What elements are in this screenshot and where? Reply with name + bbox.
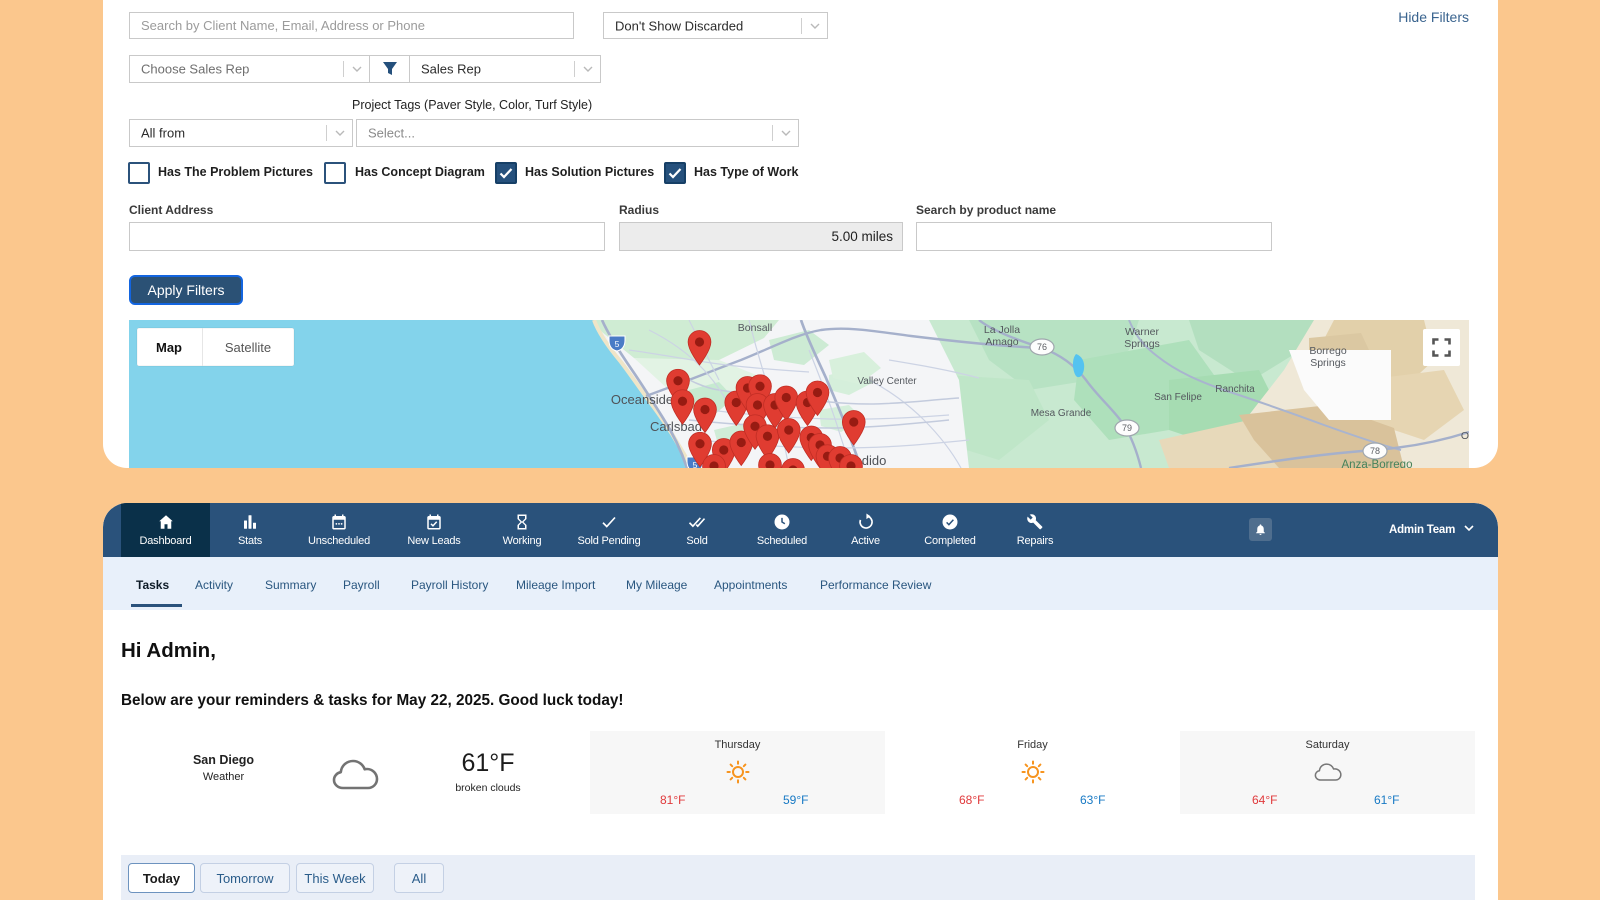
svg-text:5: 5 <box>615 339 620 349</box>
svg-text:Anza-Borrego: Anza-Borrego <box>1342 459 1413 468</box>
svg-text:Valley Center: Valley Center <box>857 376 917 387</box>
svg-text:La Jolla: La Jolla <box>984 324 1020 336</box>
svg-text:Mesa Grande: Mesa Grande <box>1031 408 1092 419</box>
svg-text:Ranchita: Ranchita <box>1215 384 1255 395</box>
svg-text:Bonsall: Bonsall <box>738 322 772 334</box>
svg-text:78: 78 <box>1370 446 1380 456</box>
svg-text:76: 76 <box>1037 342 1047 352</box>
svg-text:Springs: Springs <box>1310 357 1346 369</box>
svg-text:Carlsbad: Carlsbad <box>650 419 702 434</box>
svg-text:O: O <box>1461 430 1469 442</box>
svg-text:Warner: Warner <box>1125 326 1160 338</box>
svg-text:San Felipe: San Felipe <box>1154 392 1202 403</box>
svg-text:79: 79 <box>1122 423 1132 433</box>
svg-text:Oceanside: Oceanside <box>611 392 673 407</box>
svg-text:Borrego: Borrego <box>1309 345 1347 357</box>
svg-text:Satellite: Satellite <box>225 340 271 355</box>
svg-text:Amago: Amago <box>985 336 1018 348</box>
svg-text:Map: Map <box>156 340 182 355</box>
svg-text:Springs: Springs <box>1124 338 1160 350</box>
